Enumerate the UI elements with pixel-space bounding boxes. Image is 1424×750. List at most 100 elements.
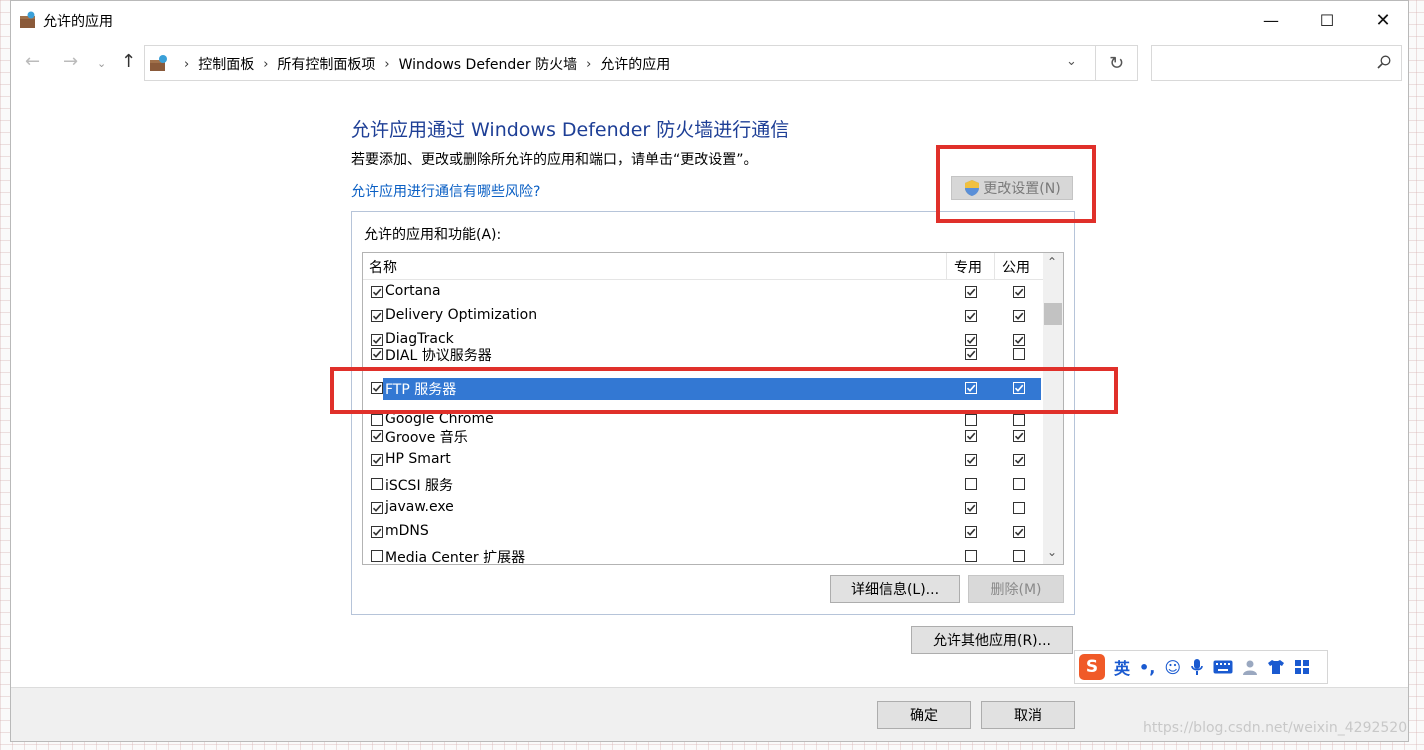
private-network-checkbox[interactable] — [965, 310, 977, 326]
app-enabled-checkbox[interactable] — [371, 502, 383, 518]
app-enabled-checkbox[interactable] — [371, 430, 383, 446]
public-network-checkbox[interactable] — [1013, 382, 1025, 398]
microphone-icon[interactable] — [1190, 658, 1204, 676]
breadcrumb-separator-icon[interactable]: › — [384, 57, 389, 72]
ok-button[interactable]: 确定 — [877, 701, 971, 729]
app-row[interactable]: Cortana — [363, 281, 1043, 305]
app-name: iSCSI 服务 — [385, 478, 454, 494]
allowed-apps-group: 允许的应用和功能(A): 名称 专用 公用 Cortana Delivery Op… — [351, 211, 1075, 615]
up-arrow-icon[interactable]: ↑ — [121, 51, 136, 72]
private-network-checkbox[interactable] — [965, 454, 977, 470]
app-enabled-checkbox[interactable] — [371, 454, 383, 470]
private-network-checkbox[interactable] — [965, 526, 977, 542]
search-icon — [1377, 55, 1391, 69]
private-network-checkbox[interactable] — [965, 502, 977, 518]
cancel-button[interactable]: 取消 — [981, 701, 1075, 729]
private-network-checkbox[interactable] — [965, 348, 977, 364]
watermark-text: https://blog.csdn.net/weixin_42925200 — [1143, 720, 1409, 736]
app-row[interactable]: Delivery Optimization — [363, 305, 1043, 329]
private-network-checkbox[interactable] — [965, 430, 977, 446]
public-network-checkbox[interactable] — [1013, 454, 1025, 470]
breadcrumb-firewall[interactable]: Windows Defender 防火墙 — [399, 54, 577, 74]
allow-other-app-button[interactable]: 允许其他应用(R)... — [911, 626, 1073, 654]
public-network-checkbox[interactable] — [1013, 310, 1025, 326]
details-button[interactable]: 详细信息(L)... — [830, 575, 960, 603]
page-heading: 允许应用通过 Windows Defender 防火墙进行通信 — [351, 119, 790, 141]
maximize-button[interactable]: ☐ — [1298, 1, 1356, 39]
search-input[interactable] — [1151, 45, 1402, 81]
app-enabled-checkbox[interactable] — [371, 478, 383, 494]
delete-button[interactable]: 删除(M) — [968, 575, 1064, 603]
refresh-button[interactable]: ↻ — [1096, 45, 1138, 81]
back-arrow-icon[interactable]: ← — [25, 51, 40, 72]
close-button[interactable]: ✕ — [1354, 1, 1408, 39]
minimize-button[interactable]: — — [1242, 1, 1300, 39]
public-network-checkbox[interactable] — [1013, 430, 1025, 446]
column-header-name[interactable]: 名称 — [369, 257, 397, 277]
app-row[interactable]: mDNS — [363, 521, 1043, 545]
firewall-allowed-apps-window: 允许的应用 — ☐ ✕ ← → ⌄ ↑ › 控制面板 › 所有控制面板项 › W… — [10, 0, 1409, 742]
private-network-checkbox[interactable] — [965, 382, 977, 398]
app-row[interactable]: Groove 音乐 — [363, 425, 1043, 449]
column-header-public[interactable]: 公用 — [1002, 257, 1030, 277]
app-row[interactable]: FTP 服务器 — [363, 377, 1043, 401]
skin-shirt-icon[interactable] — [1267, 659, 1285, 675]
keyboard-icon[interactable] — [1213, 660, 1233, 674]
breadcrumb-separator-icon[interactable]: › — [184, 57, 189, 72]
column-divider[interactable] — [946, 253, 947, 279]
list-scrollbar[interactable]: ⌃ ⌄ — [1043, 253, 1063, 564]
private-network-checkbox[interactable] — [965, 550, 977, 564]
private-network-checkbox[interactable] — [965, 286, 977, 302]
risk-info-link[interactable]: 允许应用进行通信有哪些风险? — [351, 181, 540, 201]
address-dropdown-icon[interactable]: ⌄ — [1066, 54, 1077, 69]
app-enabled-checkbox[interactable] — [371, 526, 383, 542]
ime-punct-label[interactable]: •, — [1139, 658, 1155, 677]
sogou-logo-icon[interactable]: S — [1079, 654, 1105, 680]
breadcrumb-separator-icon[interactable]: › — [263, 57, 268, 72]
emoji-icon[interactable]: ☺ — [1164, 658, 1181, 677]
ime-mode-label[interactable]: 英 — [1114, 655, 1130, 679]
public-network-checkbox[interactable] — [1013, 502, 1025, 518]
app-enabled-checkbox[interactable] — [371, 348, 383, 364]
uac-shield-icon — [965, 180, 980, 196]
allowed-apps-list[interactable]: 名称 专用 公用 Cortana Delivery Optimization Dia… — [362, 252, 1064, 565]
breadcrumb-all-items[interactable]: 所有控制面板项 — [277, 54, 375, 74]
app-enabled-checkbox[interactable] — [371, 550, 383, 564]
public-network-checkbox[interactable] — [1013, 526, 1025, 542]
breadcrumb-allowed-apps[interactable]: 允许的应用 — [600, 54, 670, 74]
recent-locations-chevron-icon[interactable]: ⌄ — [97, 57, 106, 70]
app-row[interactable]: iSCSI 服务 — [363, 473, 1043, 497]
app-row[interactable]: DIAL 协议服务器 — [363, 348, 1043, 377]
forward-arrow-icon[interactable]: → — [63, 51, 78, 72]
app-row[interactable]: Google Chrome — [363, 401, 1043, 427]
column-divider[interactable] — [994, 253, 995, 279]
change-settings-button[interactable]: 更改设置(N) — [951, 176, 1073, 200]
breadcrumb-control-panel[interactable]: 控制面板 — [198, 54, 254, 74]
toolbox-grid-icon[interactable] — [1294, 659, 1310, 675]
app-row[interactable]: javaw.exe — [363, 497, 1043, 521]
scroll-down-chevron-icon[interactable]: ⌄ — [1047, 545, 1057, 559]
app-name: Delivery Optimization — [385, 307, 538, 323]
control-panel-icon — [150, 55, 167, 71]
app-row[interactable]: HP Smart — [363, 449, 1043, 473]
public-network-checkbox[interactable] — [1013, 550, 1025, 564]
public-network-checkbox[interactable] — [1013, 348, 1025, 364]
public-network-checkbox[interactable] — [1013, 478, 1025, 494]
scroll-up-chevron-icon[interactable]: ⌃ — [1047, 255, 1057, 269]
scrollbar-thumb[interactable] — [1044, 303, 1062, 325]
change-settings-label: 更改设置(N) — [983, 181, 1061, 197]
app-enabled-checkbox[interactable] — [371, 382, 383, 398]
public-network-checkbox[interactable] — [1013, 286, 1025, 302]
user-icon[interactable] — [1242, 659, 1258, 675]
app-row[interactable]: Media Center 扩展器 — [363, 545, 1043, 565]
title-bar: 允许的应用 — ☐ ✕ — [11, 1, 1408, 39]
app-enabled-checkbox[interactable] — [371, 310, 383, 326]
app-name: Media Center 扩展器 — [385, 550, 526, 565]
app-enabled-checkbox[interactable] — [371, 286, 383, 302]
dialog-footer: 确定 取消 https://blog.csdn.net/weixin_42925… — [11, 687, 1409, 741]
column-header-private[interactable]: 专用 — [954, 257, 982, 277]
breadcrumb-separator-icon[interactable]: › — [586, 57, 591, 72]
address-bar[interactable]: › 控制面板 › 所有控制面板项 › Windows Defender 防火墙 … — [144, 45, 1096, 81]
ime-toolbar[interactable]: S 英 •, ☺ — [1074, 650, 1328, 684]
private-network-checkbox[interactable] — [965, 478, 977, 494]
